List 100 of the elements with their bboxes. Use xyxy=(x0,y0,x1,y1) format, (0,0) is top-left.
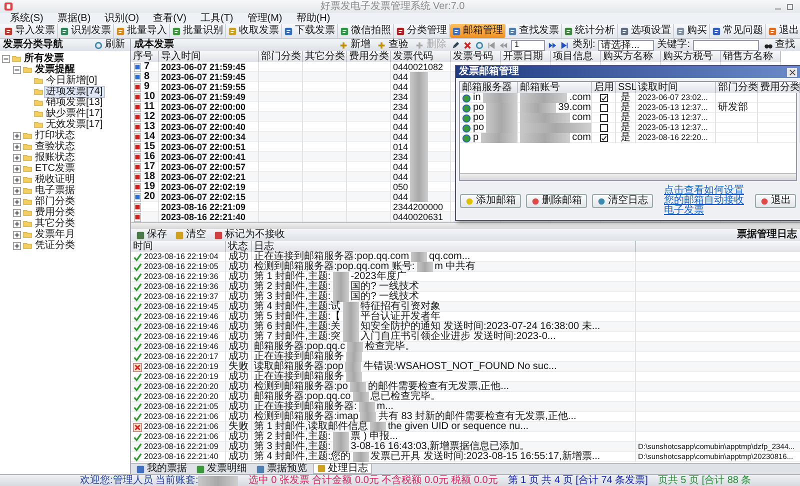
expand-toggle[interactable] xyxy=(13,230,21,238)
tree-item[interactable]: 费用分类 xyxy=(34,208,76,218)
tree-item[interactable]: 所有发票 xyxy=(23,54,65,64)
toolbar-button[interactable]: 新增 xyxy=(337,40,372,50)
menu-item[interactable]: 票据(B) xyxy=(57,14,91,24)
horizontal-scrollbar[interactable] xyxy=(460,173,796,180)
column-header[interactable]: 日志 xyxy=(252,241,636,252)
tree-item[interactable]: ETC发票 xyxy=(34,164,76,174)
checkbox[interactable] xyxy=(600,94,608,102)
column-header[interactable]: 项目信息 xyxy=(551,51,601,62)
column-header[interactable]: 邮箱账号 xyxy=(518,82,592,93)
column-header[interactable]: 部门分类 xyxy=(259,51,303,62)
toolbar-button[interactable]: 收取发票 xyxy=(226,24,282,38)
menu-item[interactable]: 管理(M) xyxy=(247,14,282,24)
search-button[interactable]: 查找 xyxy=(762,40,797,50)
toolbar-button[interactable]: 查验 xyxy=(375,40,410,50)
expand-toggle[interactable] xyxy=(2,54,10,62)
tree-item[interactable]: 税收证明 xyxy=(34,174,76,184)
column-header[interactable]: 序号 xyxy=(131,51,159,62)
column-header[interactable]: 时间 xyxy=(131,241,226,252)
tab[interactable]: 处理日志 xyxy=(313,464,372,474)
column-header[interactable]: 购买方名称 xyxy=(601,51,661,62)
expand-toggle[interactable] xyxy=(13,186,21,194)
refresh-button[interactable]: 刷新 xyxy=(92,40,127,50)
tree-item[interactable]: 查验状态 xyxy=(34,142,76,152)
column-header[interactable]: 启用 xyxy=(592,82,616,93)
toolbar-button[interactable]: 识别发票 xyxy=(58,24,114,38)
column-header[interactable]: 费用分类 xyxy=(758,82,800,93)
checkbox[interactable] xyxy=(600,104,608,112)
expand-toggle[interactable] xyxy=(13,176,21,184)
expand-toggle[interactable] xyxy=(13,198,21,206)
menu-item[interactable]: 帮助(H) xyxy=(296,14,330,24)
tree-item[interactable]: 无效发票[17] xyxy=(45,120,104,130)
menu-item[interactable]: 系统(S) xyxy=(10,14,44,24)
tree-item[interactable]: 电子票据 xyxy=(34,186,76,196)
exit-button[interactable]: 退出 xyxy=(755,194,796,208)
expand-toggle[interactable] xyxy=(13,164,21,172)
cross-icon[interactable] xyxy=(463,40,472,50)
checkbox[interactable] xyxy=(600,124,608,132)
expand-toggle[interactable] xyxy=(13,220,21,228)
expand-toggle[interactable] xyxy=(13,242,21,250)
maximize-button[interactable] xyxy=(784,2,796,12)
tree-item[interactable]: 缺少票件[17] xyxy=(45,108,104,118)
expand-toggle[interactable] xyxy=(13,154,21,162)
help-link[interactable]: 点击查看如何设置您的邮箱自动接收电子发票 xyxy=(664,186,750,216)
dialog-button[interactable]: 删除邮箱 xyxy=(526,194,587,208)
toolbar-button[interactable]: 常见问题 xyxy=(710,24,766,38)
toolbar-button[interactable]: 选项设置 xyxy=(618,24,674,38)
column-header[interactable]: 发票代码 xyxy=(391,51,451,62)
toolbar-button[interactable]: 统计分析 xyxy=(562,24,618,38)
page-field[interactable]: 1 xyxy=(511,40,546,50)
column-header[interactable]: 发票号码 xyxy=(451,51,501,62)
toolbar-button[interactable]: 退出 xyxy=(766,24,800,38)
menu-item[interactable]: 识别(O) xyxy=(104,14,140,24)
checkbox[interactable] xyxy=(600,134,608,142)
column-header[interactable]: 开票日期 xyxy=(501,51,551,62)
close-button[interactable] xyxy=(787,68,797,76)
column-header[interactable]: 销售方名称 xyxy=(721,51,781,62)
tab[interactable]: 我的票据 xyxy=(133,464,190,474)
column-header[interactable]: 购买方税号 xyxy=(661,51,721,62)
horizontal-scrollbar[interactable] xyxy=(131,222,800,229)
keyword-field[interactable] xyxy=(693,40,759,50)
tree-item[interactable]: 其它分类 xyxy=(34,218,76,228)
toolbar-button[interactable]: 批量识别 xyxy=(170,24,226,38)
toolbar-button[interactable]: 导入发票 xyxy=(2,24,58,38)
toolbar-button[interactable]: 下载发票 xyxy=(282,24,338,38)
tab[interactable]: 票据预览 xyxy=(253,464,310,474)
column-header[interactable]: 其它分类 xyxy=(303,51,347,62)
toolbar-button[interactable]: 标记为不接收 xyxy=(212,230,287,240)
expand-toggle[interactable] xyxy=(13,208,21,216)
tree-item[interactable]: 发票提醒 xyxy=(34,64,76,74)
tree-item[interactable]: 发票年月 xyxy=(34,230,76,240)
tree-item[interactable]: 打印状态 xyxy=(34,130,76,140)
column-header[interactable]: 费用分类 xyxy=(347,51,391,62)
tree-item[interactable]: 部门分类 xyxy=(34,196,76,206)
column-header[interactable]: 部门分类 xyxy=(716,82,758,93)
toolbar-button[interactable]: 保存 xyxy=(134,230,169,240)
toolbar-button[interactable]: 购买 xyxy=(674,24,710,38)
tree-item[interactable]: 凭证分类 xyxy=(34,240,76,250)
toolbar-button[interactable]: 邮箱管理 xyxy=(450,24,506,38)
column-header[interactable]: 邮箱服务器 xyxy=(460,82,518,93)
tab[interactable]: 发票明细 xyxy=(193,464,250,474)
column-header[interactable]: 导入时间 xyxy=(159,51,259,62)
toolbar-button[interactable]: 查找发票 xyxy=(506,24,562,38)
column-header[interactable]: 状态 xyxy=(226,241,252,252)
first-page-icon[interactable] xyxy=(487,40,496,50)
dialog-button[interactable]: 清空日志 xyxy=(592,194,653,208)
refresh-icon[interactable] xyxy=(475,40,484,50)
expand-toggle[interactable] xyxy=(13,142,21,150)
toolbar-button[interactable]: 微信拍照 xyxy=(338,24,394,38)
tree-item[interactable]: 报账状态 xyxy=(34,152,76,162)
toolbar-button[interactable]: 清空 xyxy=(173,230,208,240)
menu-item[interactable]: 查看(V) xyxy=(153,14,186,24)
expand-toggle[interactable] xyxy=(13,66,21,74)
category-dropdown[interactable]: 请选择... xyxy=(598,40,654,50)
expand-toggle[interactable] xyxy=(13,132,21,140)
column-header[interactable]: 读取时间 xyxy=(636,82,716,93)
tree-item[interactable]: 今日新增[0] xyxy=(45,76,98,86)
last-page-icon[interactable] xyxy=(560,40,570,50)
tree-item[interactable]: 销项发票[13] xyxy=(45,98,104,108)
